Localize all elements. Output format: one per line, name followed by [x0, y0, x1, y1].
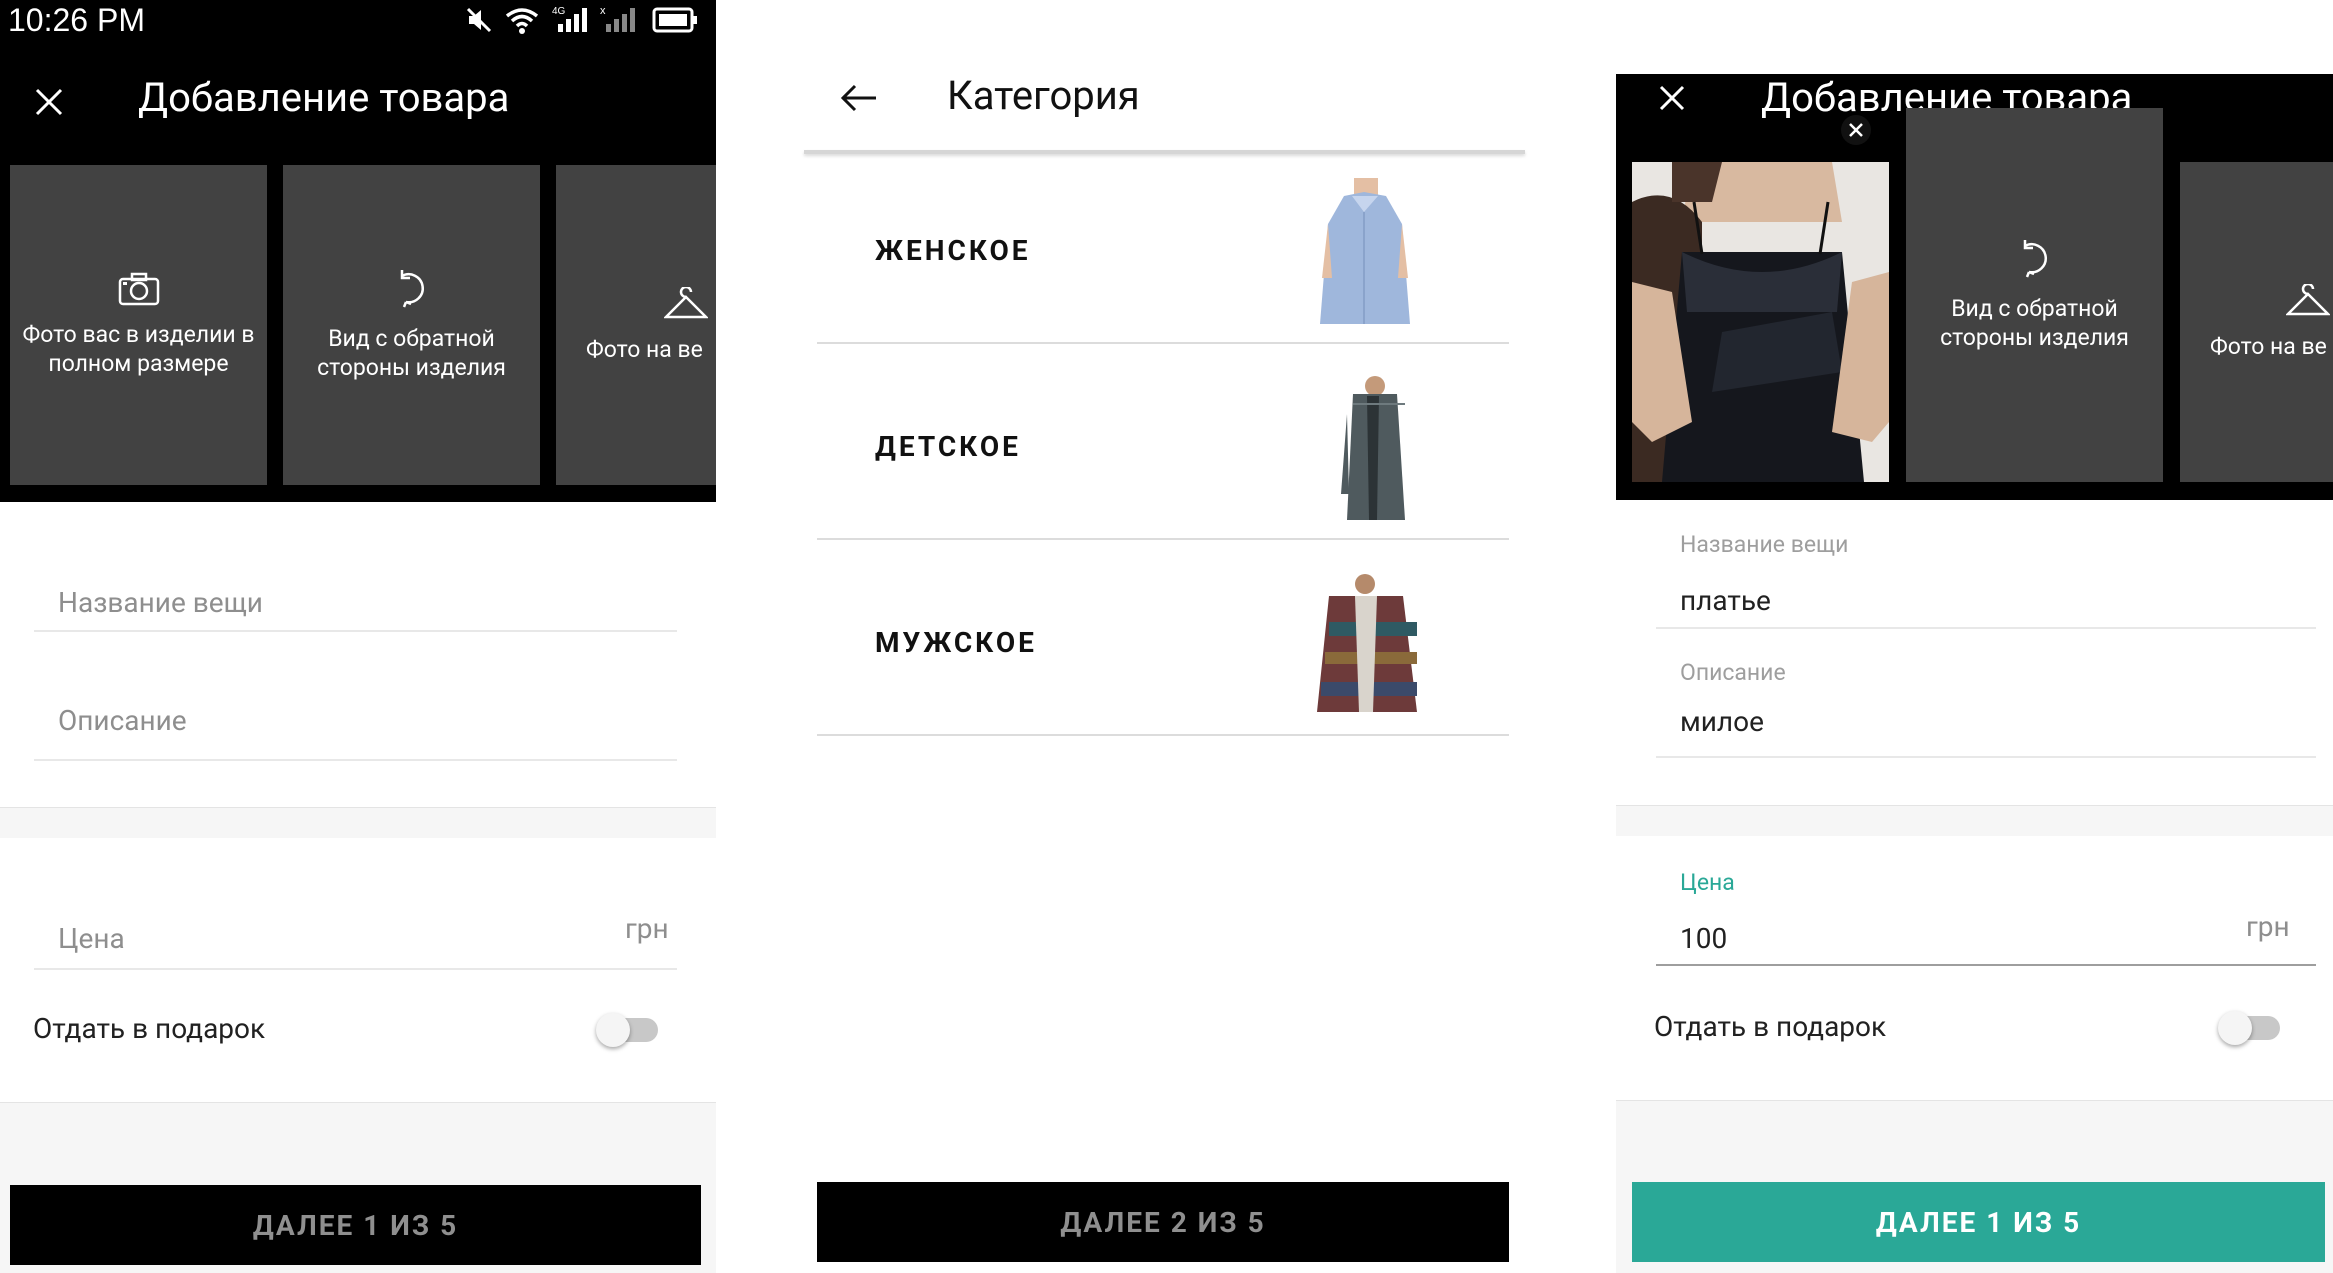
photo-tile-full-size[interactable]: Фото вас в изделии в полном размере	[10, 165, 267, 485]
tile-label: Вид с обратной стороны изделия	[317, 325, 506, 381]
photo-tile-back-view[interactable]: Вид с обратной стороны изделия	[283, 165, 540, 485]
svg-text:x: x	[600, 5, 606, 17]
page-title: Добавление товара	[138, 74, 510, 121]
section-divider	[1616, 805, 2333, 836]
next-button[interactable]: ДАЛЕЕ 2 ИЗ 5	[817, 1182, 1509, 1262]
dress-photo[interactable]	[1632, 162, 1889, 482]
photo-tile-hanger[interactable]: Фото на ве	[2180, 162, 2333, 482]
gift-toggle[interactable]	[596, 1010, 666, 1050]
divider	[1656, 964, 2316, 966]
currency-label: грн	[625, 912, 669, 945]
photo-tile-back-view[interactable]: Вид с обратной стороны изделия	[1906, 108, 2163, 482]
gift-toggle[interactable]	[2218, 1008, 2288, 1048]
svg-text:4G: 4G	[552, 6, 566, 17]
tile-label: Фото на ве	[2210, 332, 2327, 360]
divider	[0, 1102, 716, 1103]
price-label: Цена	[1680, 869, 1735, 896]
divider	[34, 968, 677, 970]
item-name-input[interactable]: платье	[1680, 584, 1771, 617]
divider	[34, 630, 677, 632]
signal-icon: x	[600, 4, 640, 36]
kids-cardigan-photo	[1327, 374, 1417, 522]
description-input[interactable]: милое	[1680, 705, 1764, 738]
item-name-input[interactable]: Название вещи	[58, 586, 263, 619]
rotate-icon	[2015, 238, 2055, 280]
wifi-icon	[505, 6, 539, 34]
mute-icon	[465, 6, 493, 34]
divider	[1656, 627, 2316, 629]
gift-label: Отдать в подарок	[33, 1012, 266, 1045]
divider	[1616, 805, 2333, 806]
next-button[interactable]: ДАЛЕЕ 1 ИЗ 5	[1632, 1182, 2325, 1262]
rotate-icon	[392, 268, 432, 310]
category-label: ЖЕНСКОЕ	[875, 234, 1031, 267]
close-icon[interactable]	[34, 87, 64, 117]
gift-label: Отдать в подарок	[1654, 1010, 1887, 1043]
status-time: 10:26 PM	[8, 2, 145, 38]
hanger-icon	[664, 286, 708, 321]
category-kids[interactable]: ДЕТСКОЕ	[817, 344, 1509, 540]
tile-label: Фото вас в изделии в полном размере	[22, 321, 255, 377]
description-input[interactable]: Описание	[58, 704, 187, 737]
section-divider	[0, 808, 716, 838]
divider	[34, 759, 677, 761]
divider	[0, 807, 716, 808]
toolbar: Добавление товара Вид с обратной стороны…	[1616, 74, 2333, 500]
category-mens[interactable]: МУЖСКОЕ	[817, 540, 1509, 736]
price-input[interactable]: Цена	[58, 922, 125, 955]
signal-4g-icon: 4G	[552, 4, 592, 36]
tile-label: Вид с обратной стороны изделия	[1940, 295, 2129, 351]
mens-jacket-photo	[1307, 572, 1427, 718]
tile-label: Фото на ве	[586, 335, 703, 363]
camera-icon	[118, 272, 160, 306]
close-icon[interactable]	[1658, 84, 1686, 112]
page-title: Категория	[947, 72, 1140, 119]
next-button[interactable]: ДАЛЕЕ 1 ИЗ 5	[10, 1185, 701, 1265]
toolbar: Добавление товара Фото вас в изделии в п…	[0, 40, 716, 502]
screen-add-item-empty: 10:26 PM 4G x Добавление товара Фото вас…	[0, 0, 716, 1273]
womens-shirt-photo	[1304, 178, 1424, 326]
back-arrow-icon[interactable]	[840, 83, 878, 113]
hanger-icon	[2286, 283, 2330, 318]
battery-icon	[652, 6, 698, 34]
category-womens[interactable]: ЖЕНСКОЕ	[817, 148, 1509, 344]
price-input[interactable]: 100	[1680, 922, 1727, 955]
divider	[1616, 1100, 2333, 1101]
description-label: Описание	[1680, 659, 1786, 686]
remove-photo-icon[interactable]	[1840, 114, 1872, 146]
category-label: ДЕТСКОЕ	[875, 430, 1021, 463]
status-bar: 10:26 PM 4G x	[0, 0, 716, 40]
screen-add-item-filled: Добавление товара Вид с обратной стороны…	[1616, 0, 2333, 1273]
divider	[1656, 756, 2316, 758]
photo-tile-hanger[interactable]: Фото на ве	[556, 165, 716, 485]
currency-label: грн	[2246, 910, 2290, 943]
item-name-label: Название вещи	[1680, 531, 1849, 558]
category-label: МУЖСКОЕ	[875, 626, 1037, 659]
